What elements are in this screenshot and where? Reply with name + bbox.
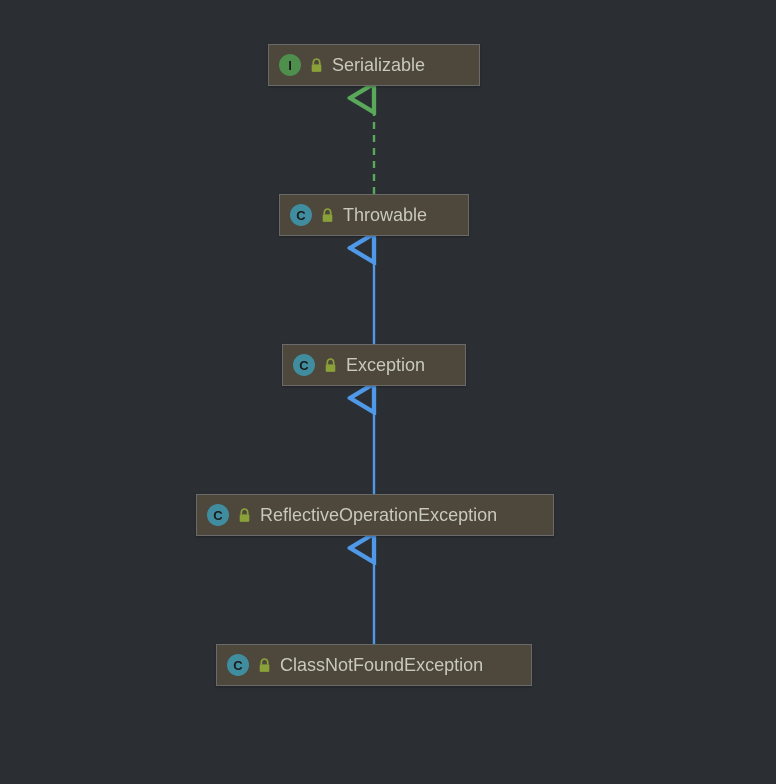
class-badge-icon: C — [293, 354, 315, 376]
class-badge-icon: C — [290, 204, 312, 226]
class-badge-icon: C — [227, 654, 249, 676]
lock-icon — [321, 208, 334, 223]
node-exception[interactable]: C Exception — [282, 344, 466, 386]
lock-icon — [310, 58, 323, 73]
interface-badge-icon: I — [279, 54, 301, 76]
node-label: Throwable — [343, 205, 427, 226]
node-label: ClassNotFoundException — [280, 655, 483, 676]
node-label: Serializable — [332, 55, 425, 76]
lock-icon — [324, 358, 337, 373]
node-label: ReflectiveOperationException — [260, 505, 497, 526]
node-throwable[interactable]: C Throwable — [279, 194, 469, 236]
node-cnf[interactable]: C ClassNotFoundException — [216, 644, 532, 686]
lock-icon — [258, 658, 271, 673]
lock-icon — [238, 508, 251, 523]
class-badge-icon: C — [207, 504, 229, 526]
node-label: Exception — [346, 355, 425, 376]
node-serializable[interactable]: I Serializable — [268, 44, 480, 86]
node-reflective[interactable]: C ReflectiveOperationException — [196, 494, 554, 536]
